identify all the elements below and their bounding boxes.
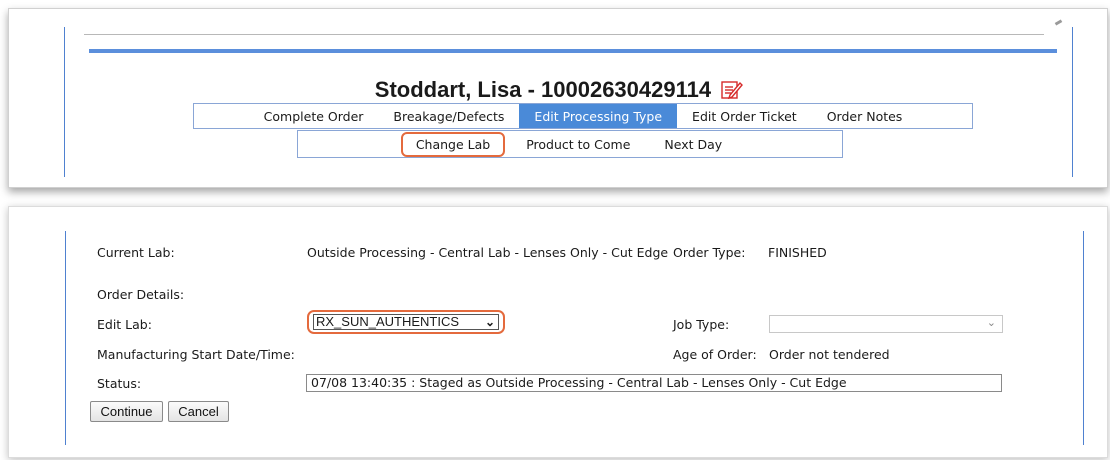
- menu-label: Edit Order Ticket: [692, 108, 797, 124]
- edit-lab-select[interactable]: RX_SUN_AUTHENTICS ⌄: [313, 314, 499, 330]
- menu-label: Breakage/Defects: [393, 108, 505, 124]
- order-details-label: Order Details:: [97, 287, 185, 302]
- menu-complete-order[interactable]: Complete Order: [249, 104, 379, 128]
- resize-grip-icon: [1054, 19, 1063, 26]
- menu-edit-order-ticket[interactable]: Edit Order Ticket: [677, 104, 812, 128]
- job-type-select[interactable]: ⌄: [769, 315, 1003, 333]
- submenu-label: Next Day: [664, 136, 723, 152]
- edit-lab-label: Edit Lab:: [97, 317, 152, 332]
- order-type-value: FINISHED: [768, 245, 827, 260]
- menu-breakage-defects[interactable]: Breakage/Defects: [378, 104, 519, 128]
- order-header-panel: Stoddart, Lisa - 10002630429114 Complete…: [8, 8, 1108, 188]
- form-right-border: [1083, 231, 1084, 445]
- menu-label: Order Notes: [826, 108, 903, 124]
- continue-label: Continue: [100, 404, 153, 419]
- change-lab-form: Current Lab: Outside Processing - Centra…: [8, 206, 1108, 458]
- current-lab-value: Outside Processing - Central Lab - Lense…: [307, 245, 669, 260]
- menu-edit-processing-type[interactable]: Edit Processing Type: [519, 104, 678, 128]
- menu-label: Edit Processing Type: [534, 108, 663, 124]
- title-separator: -: [521, 77, 542, 102]
- current-lab-label: Current Lab:: [97, 245, 175, 260]
- order-action-menu: Complete Order Breakage/Defects Edit Pro…: [193, 103, 973, 129]
- continue-button[interactable]: Continue: [90, 401, 163, 422]
- submenu-next-day[interactable]: Next Day: [647, 137, 739, 152]
- status-field[interactable]: 07/08 13:40:35 : Staged as Outside Proce…: [306, 374, 1002, 392]
- submenu-label: Product to Come: [526, 136, 631, 152]
- submenu-product-to-come[interactable]: Product to Come: [509, 137, 647, 152]
- chevron-down-icon: ⌄: [484, 315, 495, 329]
- chevron-down-icon: ⌄: [986, 316, 996, 329]
- form-left-border: [65, 231, 66, 445]
- menu-label: Complete Order: [263, 108, 364, 124]
- edit-lab-selected-value: RX_SUN_AUTHENTICS: [316, 314, 460, 329]
- page-title: Stoddart, Lisa - 10002630429114: [9, 77, 1109, 106]
- header-accent-bar: [89, 49, 1057, 53]
- order-type-label: Order Type:: [673, 245, 746, 260]
- mfg-start-label: Manufacturing Start Date/Time:: [97, 347, 295, 362]
- age-of-order-value: Order not tendered: [769, 347, 890, 362]
- submenu-change-lab[interactable]: Change Lab: [400, 131, 506, 157]
- submenu-label: Change Lab: [415, 136, 491, 152]
- status-label: Status:: [97, 376, 142, 391]
- job-type-label: Job Type:: [673, 317, 730, 332]
- top-divider: [84, 34, 1044, 35]
- processing-type-submenu: Change Lab Product to Come Next Day: [297, 130, 843, 158]
- age-of-order-label: Age of Order:: [673, 347, 757, 362]
- menu-order-notes[interactable]: Order Notes: [812, 104, 918, 128]
- cancel-button[interactable]: Cancel: [168, 401, 229, 422]
- edit-lab-select-highlight: RX_SUN_AUTHENTICS ⌄: [307, 310, 505, 334]
- cancel-label: Cancel: [178, 404, 219, 419]
- patient-name: Stoddart, Lisa: [374, 77, 522, 102]
- order-number: 10002630429114: [541, 77, 712, 102]
